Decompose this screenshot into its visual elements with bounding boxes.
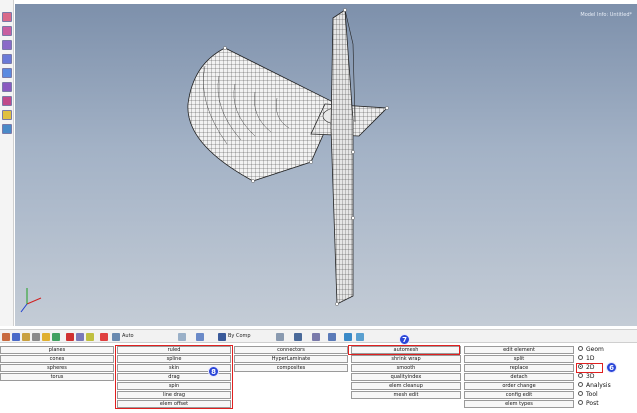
undo-icon[interactable] — [52, 333, 60, 341]
shade-icon[interactable] — [2, 110, 12, 120]
cursor-icon[interactable] — [100, 333, 108, 341]
panel-button-split[interactable]: split — [464, 355, 574, 363]
radio-label: Post — [586, 400, 599, 407]
highlight-box-2d-page — [576, 363, 603, 373]
highlight-box-automesh — [348, 345, 460, 355]
panel-button-cones[interactable]: cones — [0, 355, 114, 363]
radio-icon — [578, 391, 583, 396]
isometric-icon[interactable] — [2, 82, 12, 92]
element-view-icon[interactable] — [276, 333, 284, 341]
view-icon[interactable] — [2, 12, 12, 22]
shaded-icon[interactable] — [178, 333, 186, 341]
find-icon[interactable] — [86, 333, 94, 341]
panel-button-spheres[interactable]: spheres — [0, 364, 114, 372]
hypermesh-window: Model Info: Untitled* Auto By Comp plane… — [0, 0, 637, 413]
geometry-view-icon[interactable] — [294, 333, 302, 341]
radio-icon — [578, 400, 583, 405]
import-icon[interactable] — [22, 333, 30, 341]
panel-button-order-change[interactable]: order change — [464, 382, 574, 390]
panel-button-smooth[interactable]: smooth — [351, 364, 461, 372]
save-icon[interactable] — [12, 333, 20, 341]
panel-button-replace[interactable]: replace — [464, 364, 574, 372]
open-file-icon[interactable] — [2, 333, 10, 341]
annotation-marker-7: 7 — [399, 334, 410, 345]
annotation-marker-8: 8 — [208, 366, 219, 377]
annotation-marker-6: 6 — [606, 362, 617, 373]
panel-button-composites[interactable]: composites — [234, 364, 348, 372]
vertical-web-mesh — [330, 9, 356, 305]
page-radio-tool[interactable]: Tool — [578, 391, 598, 399]
left-toolbar — [0, 0, 14, 326]
panel-button-hyperlaminate[interactable]: HyperLaminate — [234, 355, 348, 363]
page-radio-3d[interactable]: 3D — [578, 373, 594, 381]
graphics-viewport[interactable]: Model Info: Untitled* — [15, 4, 637, 326]
panel-button-connectors[interactable]: connectors — [234, 346, 348, 354]
main-toolbar: Auto By Comp — [0, 329, 637, 343]
page-radio-1d[interactable]: 1D — [578, 355, 594, 363]
clipping-icon[interactable] — [328, 333, 336, 341]
radio-icon — [578, 373, 583, 378]
panel-button-elem-cleanup[interactable]: elem cleanup — [351, 382, 461, 390]
highlight-box-2d-tools — [115, 345, 233, 409]
mask-icon[interactable] — [76, 333, 84, 341]
rotate-icon[interactable] — [2, 26, 12, 36]
panel-button-qualityindex[interactable]: qualityindex — [351, 373, 461, 381]
page-radio-post[interactable]: Post — [578, 400, 599, 408]
wireframe-icon[interactable] — [2, 124, 12, 134]
delete-icon[interactable] — [66, 333, 74, 341]
ghost-icon[interactable] — [344, 333, 352, 341]
radio-label: Geom — [586, 346, 604, 353]
auto-label[interactable]: Auto — [122, 333, 134, 339]
fit-icon[interactable] — [2, 68, 12, 78]
panel-button-torus[interactable]: torus — [0, 373, 114, 381]
auto-color-icon[interactable] — [112, 333, 120, 341]
panel-button-planes[interactable]: planes — [0, 346, 114, 354]
pan-icon[interactable] — [2, 40, 12, 50]
panel-button-shrink-wrap[interactable]: shrink wrap — [351, 355, 461, 363]
panel-button-config-edit[interactable]: config edit — [464, 391, 574, 399]
axis-triad-icon — [20, 288, 42, 313]
zoom-icon[interactable] — [2, 54, 12, 64]
panel-area: planes cones spheres torus ruled spline … — [0, 344, 637, 413]
panel-button-elem-types[interactable]: elem types — [464, 400, 574, 408]
panel-button-edit-element[interactable]: edit element — [464, 346, 574, 354]
radio-label: 3D — [586, 373, 595, 380]
page-radio-geom[interactable]: Geom — [578, 346, 604, 354]
panel-button-mesh-edit[interactable]: mesh edit — [351, 391, 461, 399]
visualization-icon[interactable] — [196, 333, 204, 341]
quarter-disk-mesh — [187, 47, 338, 182]
radio-label: 1D — [586, 355, 595, 362]
by-comp-label[interactable]: By Comp — [228, 333, 251, 339]
page-radio-analysis[interactable]: Analysis — [578, 382, 611, 390]
mesh-model — [20, 8, 389, 313]
front-view-icon[interactable] — [2, 96, 12, 106]
radio-label: Tool — [586, 391, 598, 398]
display-icon[interactable] — [312, 333, 320, 341]
measure-icon[interactable] — [42, 333, 50, 341]
color-by-icon[interactable] — [218, 333, 226, 341]
screen-icon[interactable] — [356, 333, 364, 341]
panel-button-detach[interactable]: detach — [464, 373, 574, 381]
radio-icon — [578, 382, 583, 387]
radio-icon — [578, 355, 583, 360]
radio-icon — [578, 346, 583, 351]
radio-label: Analysis — [586, 382, 611, 389]
export-icon[interactable] — [32, 333, 40, 341]
